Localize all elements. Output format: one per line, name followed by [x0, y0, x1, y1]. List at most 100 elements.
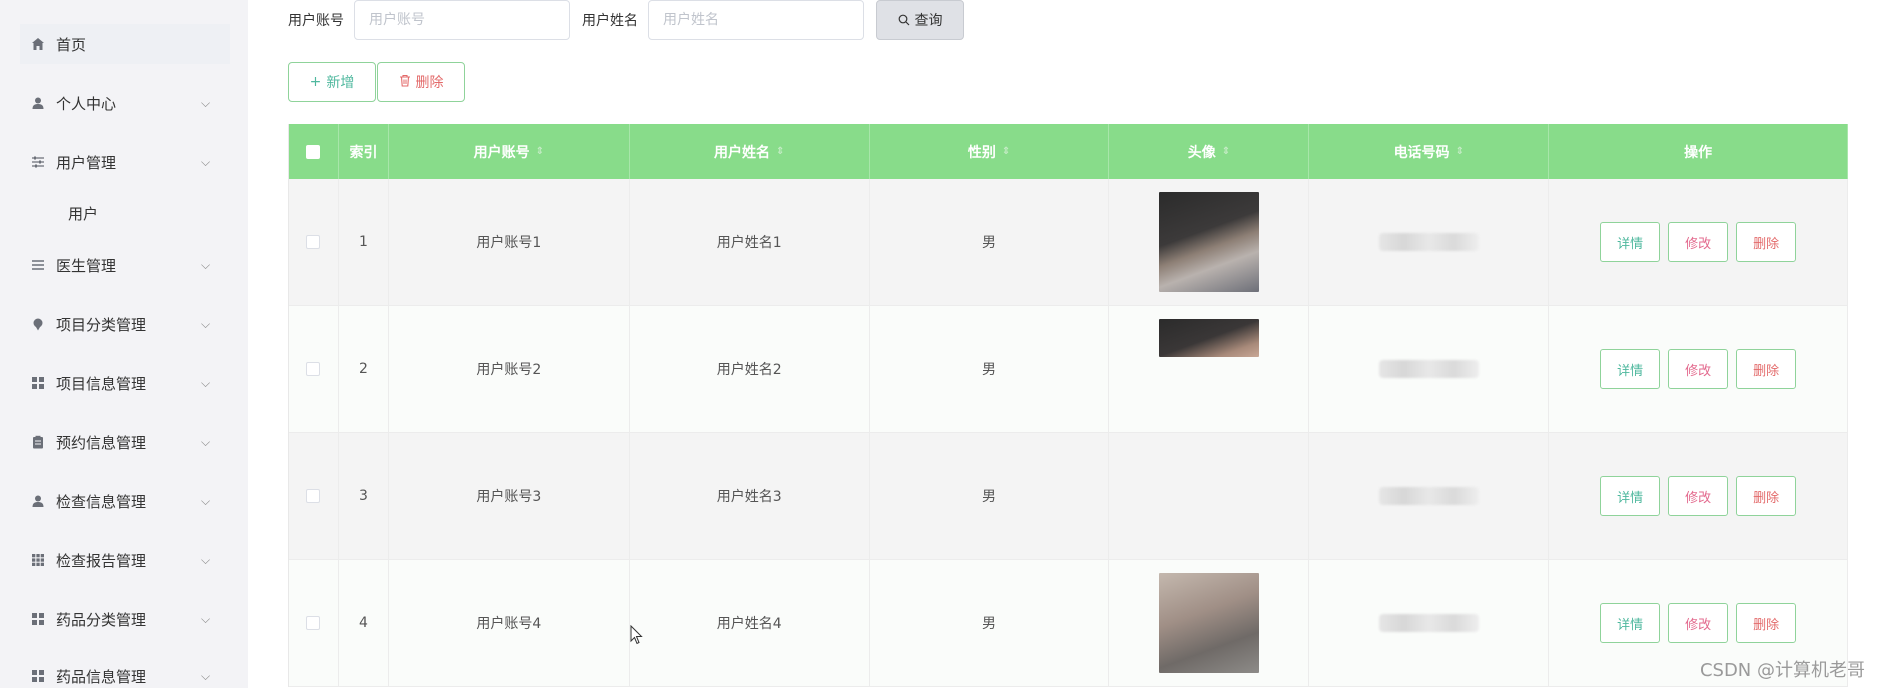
- chevron-down-icon: ⌵: [201, 611, 211, 626]
- chevron-down-icon: ⌵: [201, 375, 211, 390]
- users-table: 索引 用户账号 ⇕ 用户姓名 ⇕ 性别 ⇕ 头像 ⇕ 电话号码 ⇕ 操作 1 用户账号1 …: [288, 124, 1848, 687]
- query-button[interactable]: 查询: [876, 0, 964, 40]
- header-gender[interactable]: 性别 ⇕: [870, 124, 1110, 179]
- gender-cell: 男: [870, 306, 1110, 432]
- bulk-delete-button[interactable]: 删除: [377, 62, 465, 102]
- sort-icon[interactable]: ⇕: [776, 146, 784, 157]
- account-cell: 用户账号3: [389, 433, 630, 559]
- ops-cell: 详情 修改 删除: [1549, 306, 1848, 432]
- index-cell: 2: [339, 306, 389, 432]
- grid-icon: [30, 668, 46, 684]
- search-icon: [898, 14, 910, 26]
- sidebar-item-exam-report[interactable]: 检查报告管理 ⌵: [30, 540, 215, 580]
- account-cell: 用户账号1: [389, 179, 630, 305]
- sidebar-item-drug-info[interactable]: 药品信息管理 ⌵: [30, 656, 215, 688]
- user-icon: [30, 95, 46, 111]
- header-name[interactable]: 用户姓名 ⇕: [630, 124, 870, 179]
- pin-icon: [30, 316, 46, 332]
- sidebar-item-label: 医生管理: [56, 256, 117, 275]
- delete-button[interactable]: 删除: [1736, 476, 1797, 516]
- row-checkbox[interactable]: [306, 362, 321, 376]
- avatar-cell: [1109, 306, 1310, 432]
- user-icon: [30, 493, 46, 509]
- chevron-down-icon: ⌵: [201, 493, 211, 508]
- phone-redacted: [1378, 360, 1479, 378]
- avatar-image: [1158, 573, 1259, 673]
- detail-button[interactable]: 详情: [1600, 222, 1661, 262]
- sidebar-item-doctor-management[interactable]: 医生管理 ⌵: [30, 245, 215, 285]
- account-cell: 用户账号4: [389, 560, 630, 686]
- header-phone[interactable]: 电话号码 ⇕: [1309, 124, 1550, 179]
- account-search-input[interactable]: [354, 0, 570, 40]
- chevron-down-icon: ⌵: [201, 154, 211, 169]
- index-cell: 1: [339, 179, 389, 305]
- sidebar-item-home[interactable]: 首页: [20, 24, 230, 64]
- avatar-wrapper: [1158, 319, 1259, 419]
- clipboard-icon: [30, 434, 46, 450]
- name-label: 用户姓名: [582, 13, 638, 29]
- phone-redacted: [1378, 487, 1479, 505]
- sidebar-item-label: 项目分类管理: [56, 315, 147, 334]
- sidebar-item-project-info[interactable]: 项目信息管理 ⌵: [30, 363, 215, 403]
- edit-button[interactable]: 修改: [1668, 349, 1729, 389]
- sidebar-item-project-category[interactable]: 项目分类管理 ⌵: [30, 304, 215, 344]
- sidebar-item-appointment-info[interactable]: 预约信息管理 ⌵: [30, 422, 215, 462]
- name-search-input[interactable]: [648, 0, 864, 40]
- account-cell: 用户账号2: [389, 306, 630, 432]
- avatar-cell: [1109, 179, 1310, 305]
- chevron-down-icon: ⌵: [201, 668, 211, 683]
- detail-button[interactable]: 详情: [1600, 476, 1661, 516]
- phone-cell: [1309, 179, 1550, 305]
- edit-button[interactable]: 修改: [1668, 222, 1729, 262]
- delete-button[interactable]: 删除: [1736, 222, 1797, 262]
- sort-icon[interactable]: ⇕: [1002, 146, 1010, 157]
- row-checkbox[interactable]: [306, 616, 321, 630]
- delete-button-label: 删除: [415, 75, 444, 91]
- edit-button[interactable]: 修改: [1668, 603, 1729, 643]
- sidebar-item-label: 个人中心: [56, 94, 117, 113]
- list-icon: [30, 257, 46, 273]
- edit-button[interactable]: 修改: [1668, 476, 1729, 516]
- sidebar-subitem-user[interactable]: 用户: [68, 197, 98, 229]
- delete-button[interactable]: 删除: [1736, 349, 1797, 389]
- sort-icon[interactable]: ⇕: [536, 146, 544, 157]
- table-row: 2 用户账号2 用户姓名2 男 详情 修改 删除: [289, 306, 1848, 433]
- sliders-icon: [30, 154, 46, 170]
- header-avatar[interactable]: 头像 ⇕: [1109, 124, 1310, 179]
- header-label: 性别: [967, 144, 996, 161]
- header-label: 用户姓名: [714, 144, 770, 161]
- trash-icon: [399, 74, 411, 91]
- chevron-down-icon: ⌵: [201, 316, 211, 331]
- sort-icon[interactable]: ⇕: [1222, 146, 1230, 157]
- header-account[interactable]: 用户账号 ⇕: [389, 124, 630, 179]
- ops-cell: 详情 修改 删除: [1549, 179, 1848, 305]
- row-checkbox[interactable]: [306, 489, 321, 503]
- sidebar-item-drug-category[interactable]: 药品分类管理 ⌵: [30, 599, 215, 639]
- chevron-down-icon: ⌵: [201, 257, 211, 272]
- row-checkbox[interactable]: [306, 235, 321, 249]
- row-select-cell: [289, 306, 339, 432]
- avatar-image: [1158, 192, 1259, 292]
- sidebar-item-label: 药品信息管理: [56, 667, 147, 686]
- table-header: 索引 用户账号 ⇕ 用户姓名 ⇕ 性别 ⇕ 头像 ⇕ 电话号码 ⇕ 操作: [289, 124, 1848, 179]
- sidebar-item-user-management[interactable]: 用户管理 ⌵: [30, 142, 215, 182]
- header-select-all: [289, 124, 339, 179]
- grid-icon: [30, 611, 46, 627]
- header-label: 索引: [349, 144, 378, 161]
- add-button[interactable]: + 新增: [288, 62, 376, 102]
- detail-button[interactable]: 详情: [1600, 603, 1661, 643]
- detail-button[interactable]: 详情: [1600, 349, 1661, 389]
- chevron-down-icon: ⌵: [201, 434, 211, 449]
- sidebar-item-label: 项目信息管理: [56, 374, 147, 393]
- sidebar-item-profile[interactable]: 个人中心 ⌵: [30, 83, 215, 123]
- phone-cell: [1309, 306, 1550, 432]
- sidebar-item-exam-info[interactable]: 检查信息管理 ⌵: [30, 481, 215, 521]
- avatar-cell: [1109, 560, 1310, 686]
- query-button-label: 查询: [914, 13, 943, 29]
- table-row: 4 用户账号4 用户姓名4 男 详情 修改 删除: [289, 560, 1848, 687]
- sidebar-menu: 首页 个人中心 ⌵ 用户管理 ⌵ 用户 医生管理 ⌵ 项目分类管理 ⌵ 项目信息…: [0, 0, 230, 688]
- delete-button[interactable]: 删除: [1736, 603, 1797, 643]
- grid-icon: [30, 552, 46, 568]
- sort-icon[interactable]: ⇕: [1456, 146, 1464, 157]
- select-all-checkbox[interactable]: [306, 144, 321, 159]
